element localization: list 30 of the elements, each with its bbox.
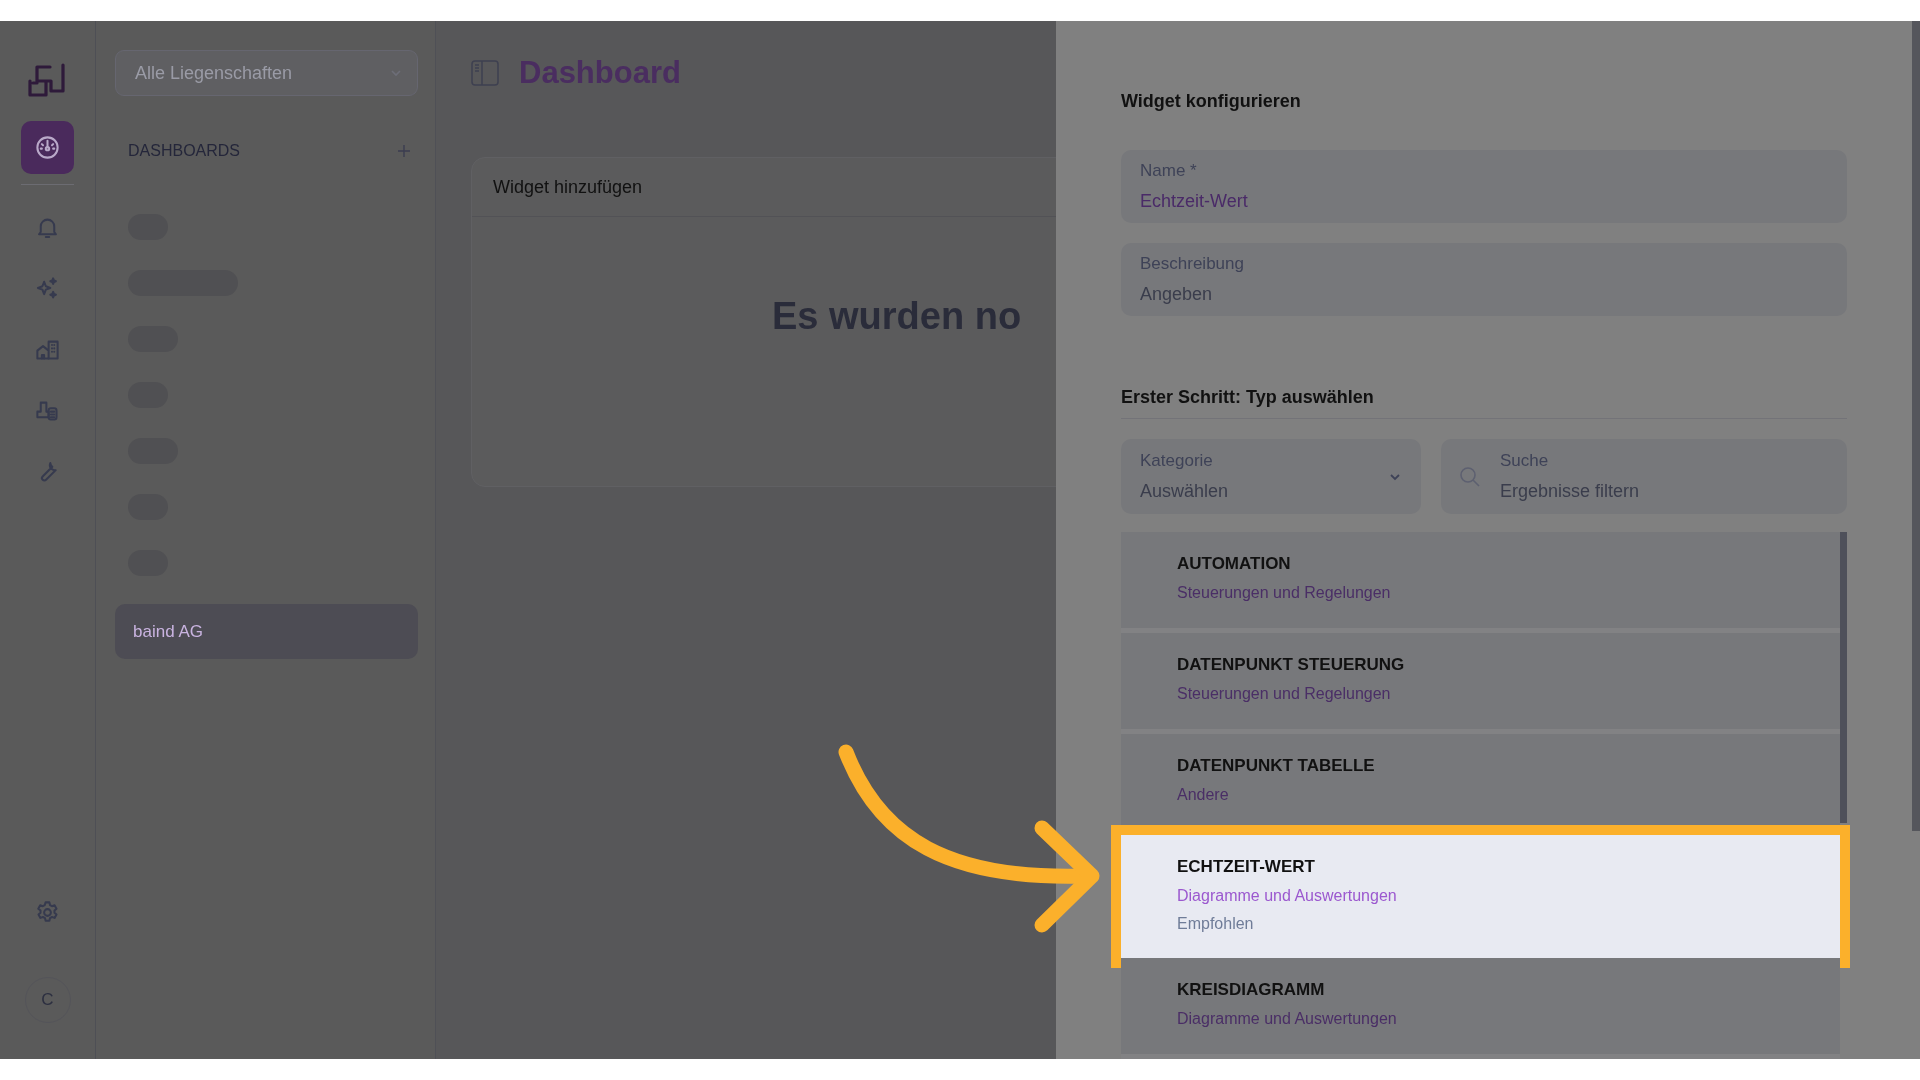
property-select[interactable]: Alle Liegenschaften — [115, 50, 418, 96]
card-title: Widget hinzufügen — [493, 176, 643, 198]
widget-type-title: KREISDIAGRAMM — [1177, 980, 1325, 1000]
widget-type-option[interactable]: ECHTZEIT-WERT Diagramme und Auswertungen Empfohlen — [1121, 835, 1840, 958]
widget-type-option[interactable]: KREISDIAGRAMM Diagramme und Auswertungen — [1121, 958, 1840, 1059]
widget-category: Andere — [1177, 786, 1229, 804]
step-title: Erster Schritt: Typ auswählen — [1121, 387, 1847, 419]
search-icon — [1459, 465, 1481, 488]
widget-category: Diagramme und Auswertungen — [1177, 887, 1397, 905]
scrollbar[interactable] — [1840, 532, 1847, 823]
widget-type-title: AUTOMATION — [1177, 554, 1291, 574]
recommended-label: Empfohlen — [1177, 915, 1254, 933]
widget-type-option[interactable]: AUTOMATION Steuerungen und Regelungen — [1121, 532, 1840, 633]
search-field[interactable]: Suche Ergebnisse filtern — [1441, 439, 1847, 514]
dashboard-item[interactable]: baind AG — [115, 604, 418, 659]
gauge-nav-button[interactable] — [21, 121, 74, 174]
name-field[interactable]: Name * Echtzeit-Wert — [1121, 150, 1847, 223]
widget-category: Steuerungen und Regelungen — [1177, 685, 1391, 703]
widget-type-title: ECHTZEIT-WERT — [1177, 857, 1315, 877]
description-field[interactable]: Beschreibung Angeben — [1121, 243, 1847, 316]
widget-category: Steuerungen und Regelungen — [1177, 584, 1391, 602]
widget-type-title: DATENPUNKT STEUERUNG — [1177, 655, 1405, 675]
scrollbar[interactable] — [1912, 21, 1920, 831]
category-select[interactable]: Kategorie Auswählen — [1121, 439, 1421, 514]
add-icon[interactable] — [397, 144, 411, 158]
sidebar-toggle-icon[interactable] — [471, 60, 499, 86]
widget-category: Diagramme und Auswertungen — [1177, 1010, 1397, 1028]
gauge-icon — [34, 134, 61, 161]
drawer-title: Widget konfigurieren — [1121, 91, 1302, 112]
widget-type-title: DATENPUNKT TABELLE — [1177, 756, 1375, 776]
